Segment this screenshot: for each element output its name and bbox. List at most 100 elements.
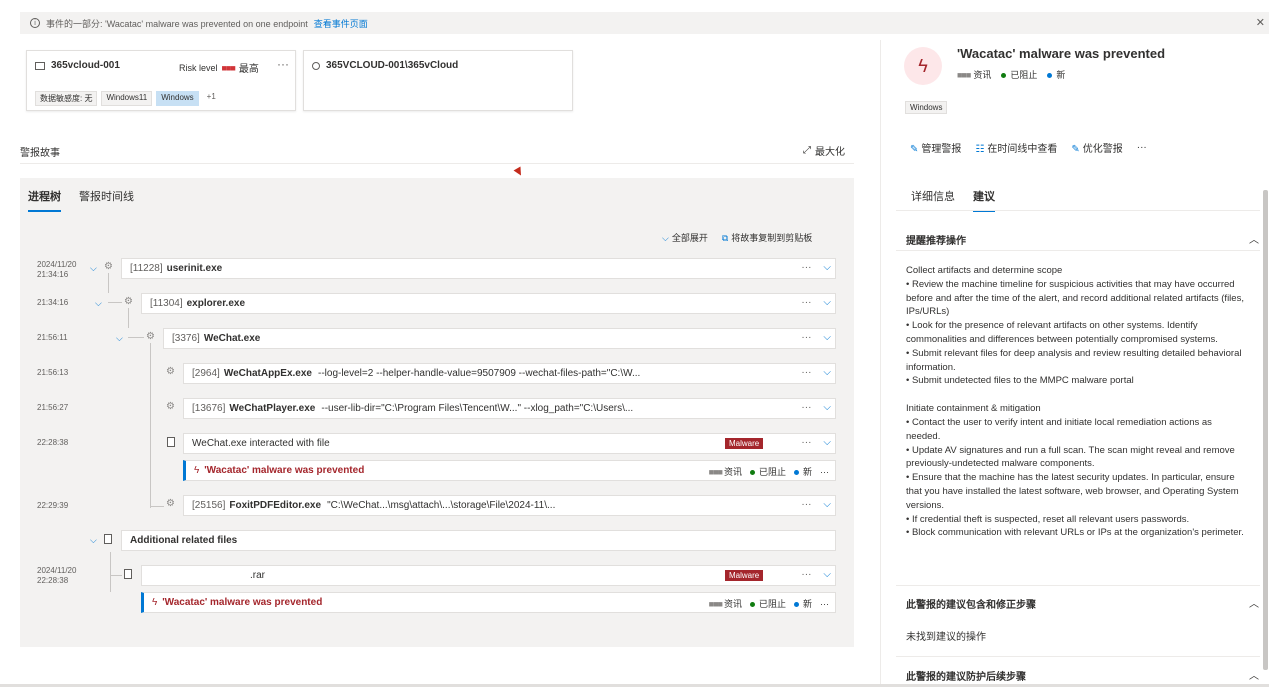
more-options-button[interactable]: ···	[801, 499, 811, 510]
collapse-icon[interactable]: ⌵	[90, 535, 97, 546]
process-icon: ⚙	[104, 261, 113, 272]
risk-bars-icon: ■■■	[221, 62, 236, 73]
tune-icon: ✎	[1071, 144, 1080, 155]
additional-files-node[interactable]: Additional related files	[121, 530, 836, 551]
no-recommendations-text: 未找到建议的操作	[906, 632, 986, 643]
process-node-explorer[interactable]: [11304] explorer.exe ··· ⌵	[141, 293, 836, 314]
manage-alert-button[interactable]: ✎ 管理警报	[910, 140, 961, 155]
chevron-up-icon[interactable]: ︿	[1249, 231, 1259, 246]
more-options-button[interactable]: ···	[801, 332, 811, 343]
process-icon: ⚙	[146, 331, 155, 342]
collapse-icon[interactable]: ⌵	[90, 263, 97, 274]
expand-row-button[interactable]: ⌵	[823, 569, 831, 580]
more-options-button[interactable]: ···	[820, 599, 829, 609]
section-header[interactable]: 此警报的建议防护后续步骤	[906, 668, 1026, 683]
device-tags: 数据敏感度: 无 Windows11 Windows +1	[35, 91, 220, 106]
copy-icon: ⧉	[721, 233, 729, 243]
pencil-icon: ✎	[910, 144, 919, 155]
chevron-up-icon[interactable]: ︿	[1249, 595, 1259, 610]
expand-row-button[interactable]: ⌵	[823, 499, 831, 510]
more-options-button[interactable]: ···	[277, 57, 289, 71]
tab-alert-timeline[interactable]: 警报时间线	[79, 188, 134, 212]
process-node-foxit[interactable]: [25156] FoxitPDFEditor.exe "C:\WeChat...…	[183, 495, 836, 516]
tune-alert-button[interactable]: ✎ 优化警报	[1071, 140, 1122, 155]
more-options-button[interactable]: ···	[801, 437, 811, 448]
divider	[880, 40, 881, 687]
expand-row-button[interactable]: ⌵	[823, 332, 831, 343]
alert-meta: ■■■ 资讯 已阻止 新	[957, 70, 1066, 80]
malware-badge: Malware	[725, 438, 764, 449]
alert-row[interactable]: ϟ 'Wacatac' malware was prevented ■■■ 资讯 …	[183, 460, 836, 481]
risk-level: Risk level ■■■ 最高	[179, 62, 259, 76]
view-in-timeline-button[interactable]: ☷ 在时间线中查看	[975, 140, 1057, 155]
alert-story-panel: 进程树 警报时间线 ⌵ 全部展开 ⧉ 将故事复制到剪贴板 2024/11/20 21:…	[20, 178, 854, 647]
process-node-wechatplayer[interactable]: [13676] WeChatPlayer.exe --user-lib-dir=…	[183, 398, 836, 419]
more-options-button[interactable]: ···	[801, 297, 811, 308]
tab-process-tree[interactable]: 进程树	[28, 188, 61, 212]
timestamp: 21:56:11	[37, 333, 68, 342]
collapse-icon[interactable]: ⌵	[116, 333, 123, 344]
more-options-button[interactable]: ···	[801, 367, 811, 378]
lightning-icon: ϟ	[194, 465, 200, 476]
device-card[interactable]: 365vcloud-001 Risk level ■■■ 最高 ··· 数据敏感…	[26, 50, 296, 111]
expand-row-button[interactable]: ⌵	[823, 437, 831, 448]
more-options-button[interactable]: ···	[801, 262, 811, 273]
user-name[interactable]: 365VCLOUD-001\365vCloud	[326, 60, 458, 71]
tab-recommendations[interactable]: 建议	[973, 188, 995, 212]
banner-text: 事件的一部分: 'Wacatac' malware was prevented …	[46, 18, 308, 29]
view-incident-link[interactable]: 查看事件页面	[314, 17, 368, 30]
process-icon: ⚙	[124, 296, 133, 307]
tree-line	[110, 552, 111, 592]
tag: Windows11	[101, 91, 153, 106]
file-icon	[167, 437, 175, 447]
process-node-userinit[interactable]: [11228] userinit.exe ··· ⌵	[121, 258, 836, 279]
severity-bars-icon: ■■■	[708, 599, 723, 609]
status-dot-icon	[749, 470, 755, 476]
alert-story-title: 警报故事	[20, 148, 60, 159]
maximize-button[interactable]: ⤢ 最大化	[803, 143, 845, 158]
expand-row-button[interactable]: ⌵	[823, 297, 831, 308]
copy-story-button[interactable]: ⧉ 将故事复制到剪贴板	[722, 231, 812, 244]
section-header[interactable]: 此警报的建议包含和修正步骤	[906, 596, 1036, 611]
more-options-button[interactable]: ···	[1137, 142, 1147, 153]
more-options-button[interactable]: ···	[820, 467, 829, 477]
timestamp: 21:34:16	[37, 298, 69, 307]
scrollbar[interactable]	[1263, 190, 1268, 670]
section-header[interactable]: 提醒推荐操作	[906, 232, 966, 247]
expand-row-button[interactable]: ⌵	[823, 402, 831, 413]
divider	[896, 210, 1260, 211]
expand-row-button[interactable]: ⌵	[823, 367, 831, 378]
timestamp: 21:56:13	[37, 368, 69, 377]
process-icon: ⚙	[166, 401, 175, 412]
user-card[interactable]: 365VCLOUD-001\365vCloud	[303, 50, 573, 111]
alert-row[interactable]: ϟ 'Wacatac' malware was prevented ■■■ 资讯 …	[141, 592, 836, 613]
story-tabs: 进程树 警报时间线	[28, 188, 134, 212]
file-icon	[104, 534, 112, 544]
timestamp: 22:29:39	[37, 501, 69, 510]
collapse-icon[interactable]: ⌵	[95, 298, 102, 309]
shield-icon: i	[30, 18, 40, 28]
chevron-down-icon: ⌵	[662, 233, 669, 243]
timestamp: 2024/11/20 21:34:16	[37, 260, 77, 279]
divider	[896, 656, 1260, 657]
incident-banner: i 事件的一部分: 'Wacatac' malware was prevente…	[20, 12, 1269, 34]
more-tags[interactable]: +1	[203, 91, 220, 106]
severity-bars-icon: ■■■	[708, 467, 723, 477]
close-icon[interactable]: ✕	[1256, 16, 1265, 29]
tag: 数据敏感度: 无	[35, 91, 98, 106]
status-dot-icon	[749, 602, 755, 608]
tab-details[interactable]: 详细信息	[911, 188, 955, 212]
expand-row-button[interactable]: ⌵	[823, 262, 831, 273]
more-options-button[interactable]: ···	[801, 402, 811, 413]
process-node-wechatappex[interactable]: [2964] WeChatAppEx.exe --log-level=2 --h…	[183, 363, 836, 384]
chevron-up-icon[interactable]: ︿	[1249, 667, 1259, 682]
more-options-button[interactable]: ···	[801, 569, 811, 580]
divider	[20, 163, 854, 164]
expand-all-button[interactable]: ⌵ 全部展开	[662, 231, 708, 244]
device-name[interactable]: 365vcloud-001	[51, 60, 120, 71]
user-icon	[312, 61, 320, 70]
tag: Windows	[156, 91, 199, 106]
recommended-actions-text: Collect artifacts and determine scope • …	[906, 265, 1244, 539]
process-node-wechat[interactable]: [3376] WeChat.exe ··· ⌵	[163, 328, 836, 349]
expand-icon: ⤢	[803, 145, 811, 156]
